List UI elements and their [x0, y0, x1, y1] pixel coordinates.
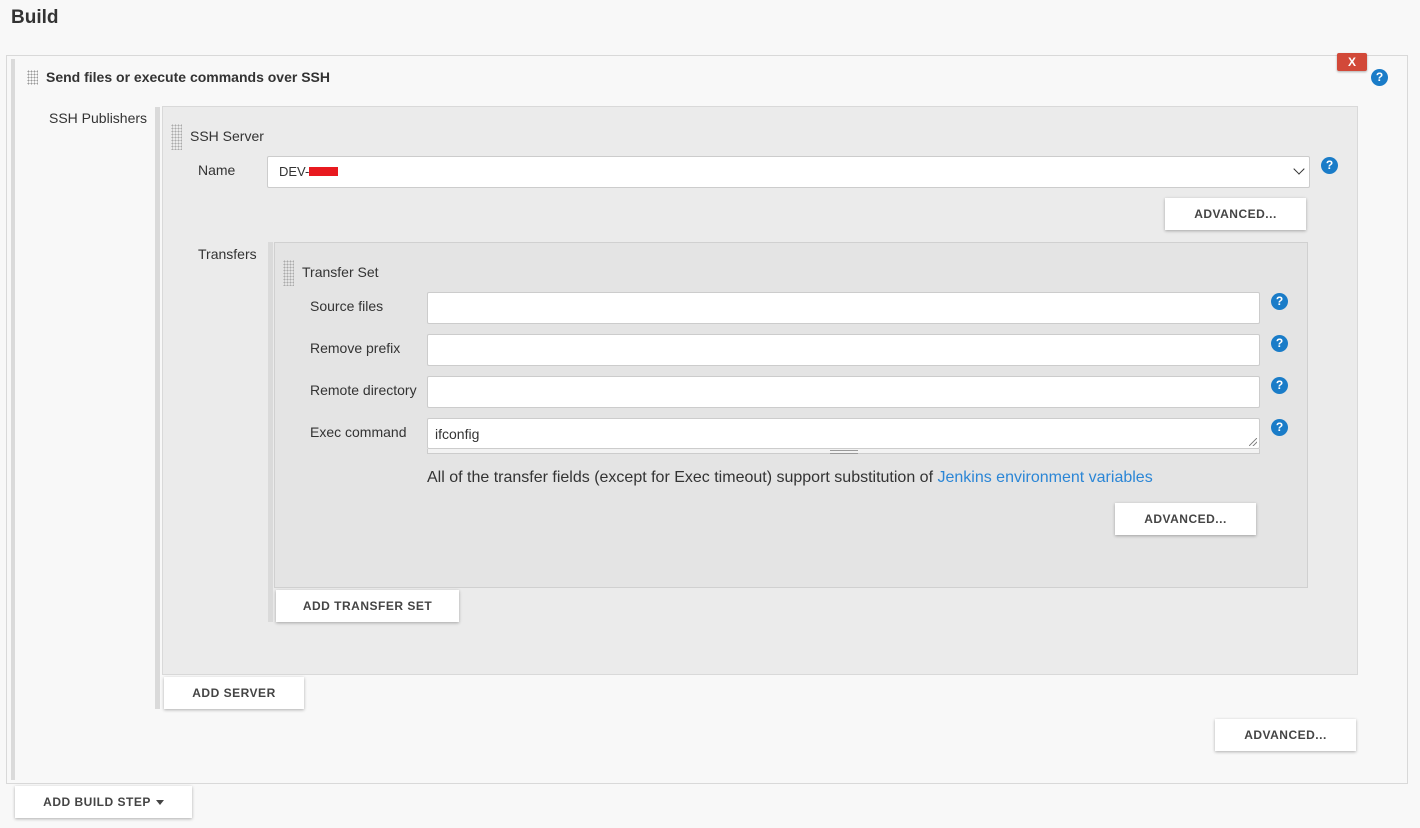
exec-command-label: Exec command — [310, 424, 407, 440]
remove-prefix-label: Remove prefix — [310, 340, 401, 356]
help-icon[interactable]: ? — [1271, 293, 1288, 310]
add-build-step-label: ADD BUILD STEP — [43, 795, 151, 809]
remove-prefix-input[interactable] — [427, 334, 1260, 366]
add-server-button[interactable]: ADD SERVER — [164, 677, 304, 709]
substitution-note: All of the transfer fields (except for E… — [427, 469, 1153, 487]
help-icon[interactable]: ? — [1271, 377, 1288, 394]
help-icon[interactable]: ? — [1271, 335, 1288, 352]
server-name-value: DEV- — [279, 164, 310, 179]
resize-handle-icon[interactable] — [1249, 438, 1257, 446]
substitution-note-text: All of the transfer fields (except for E… — [427, 469, 938, 486]
redaction-mark — [309, 167, 339, 177]
ssh-publishers-label: SSH Publishers — [49, 110, 148, 126]
publishers-left-bar — [155, 107, 160, 709]
grip-icon[interactable] — [830, 450, 858, 454]
source-files-label: Source files — [310, 298, 384, 314]
build-step-left-bar — [11, 59, 15, 780]
help-icon[interactable]: ? — [1321, 157, 1338, 174]
build-step-title: Send files or execute commands over SSH — [46, 69, 330, 85]
server-drag-handle-icon[interactable] — [171, 124, 182, 150]
add-build-step-button[interactable]: ADD BUILD STEP — [15, 786, 192, 818]
server-name-select[interactable]: DEV- — [267, 156, 1310, 188]
delete-step-button[interactable]: X — [1337, 53, 1367, 71]
transfer-advanced-button[interactable]: ADVANCED... — [1115, 503, 1256, 535]
chevron-down-icon — [1293, 163, 1305, 175]
name-label: Name — [198, 162, 236, 178]
transfer-set-header: Transfer Set — [302, 264, 379, 280]
caret-down-icon — [155, 800, 164, 806]
help-icon[interactable]: ? — [1371, 69, 1388, 86]
exec-command-textarea[interactable]: ifconfig — [427, 418, 1260, 449]
exec-command-value: ifconfig — [435, 426, 480, 442]
remote-directory-input[interactable] — [427, 376, 1260, 408]
add-transfer-set-button[interactable]: ADD TRANSFER SET — [276, 590, 459, 622]
section-title: Build — [11, 7, 59, 28]
source-files-input[interactable] — [427, 292, 1260, 324]
remote-directory-label: Remote directory — [310, 382, 417, 398]
server-advanced-button[interactable]: ADVANCED... — [1165, 198, 1306, 230]
transfers-left-bar — [268, 242, 273, 622]
transfers-label: Transfers — [198, 246, 257, 262]
jenkins-env-vars-link[interactable]: Jenkins environment variables — [937, 469, 1152, 486]
help-icon[interactable]: ? — [1271, 419, 1288, 436]
step-advanced-button[interactable]: ADVANCED... — [1215, 719, 1356, 751]
ssh-server-header: SSH Server — [190, 128, 264, 144]
transfer-set-drag-handle-icon[interactable] — [283, 260, 294, 286]
drag-handle-icon[interactable] — [27, 70, 38, 85]
